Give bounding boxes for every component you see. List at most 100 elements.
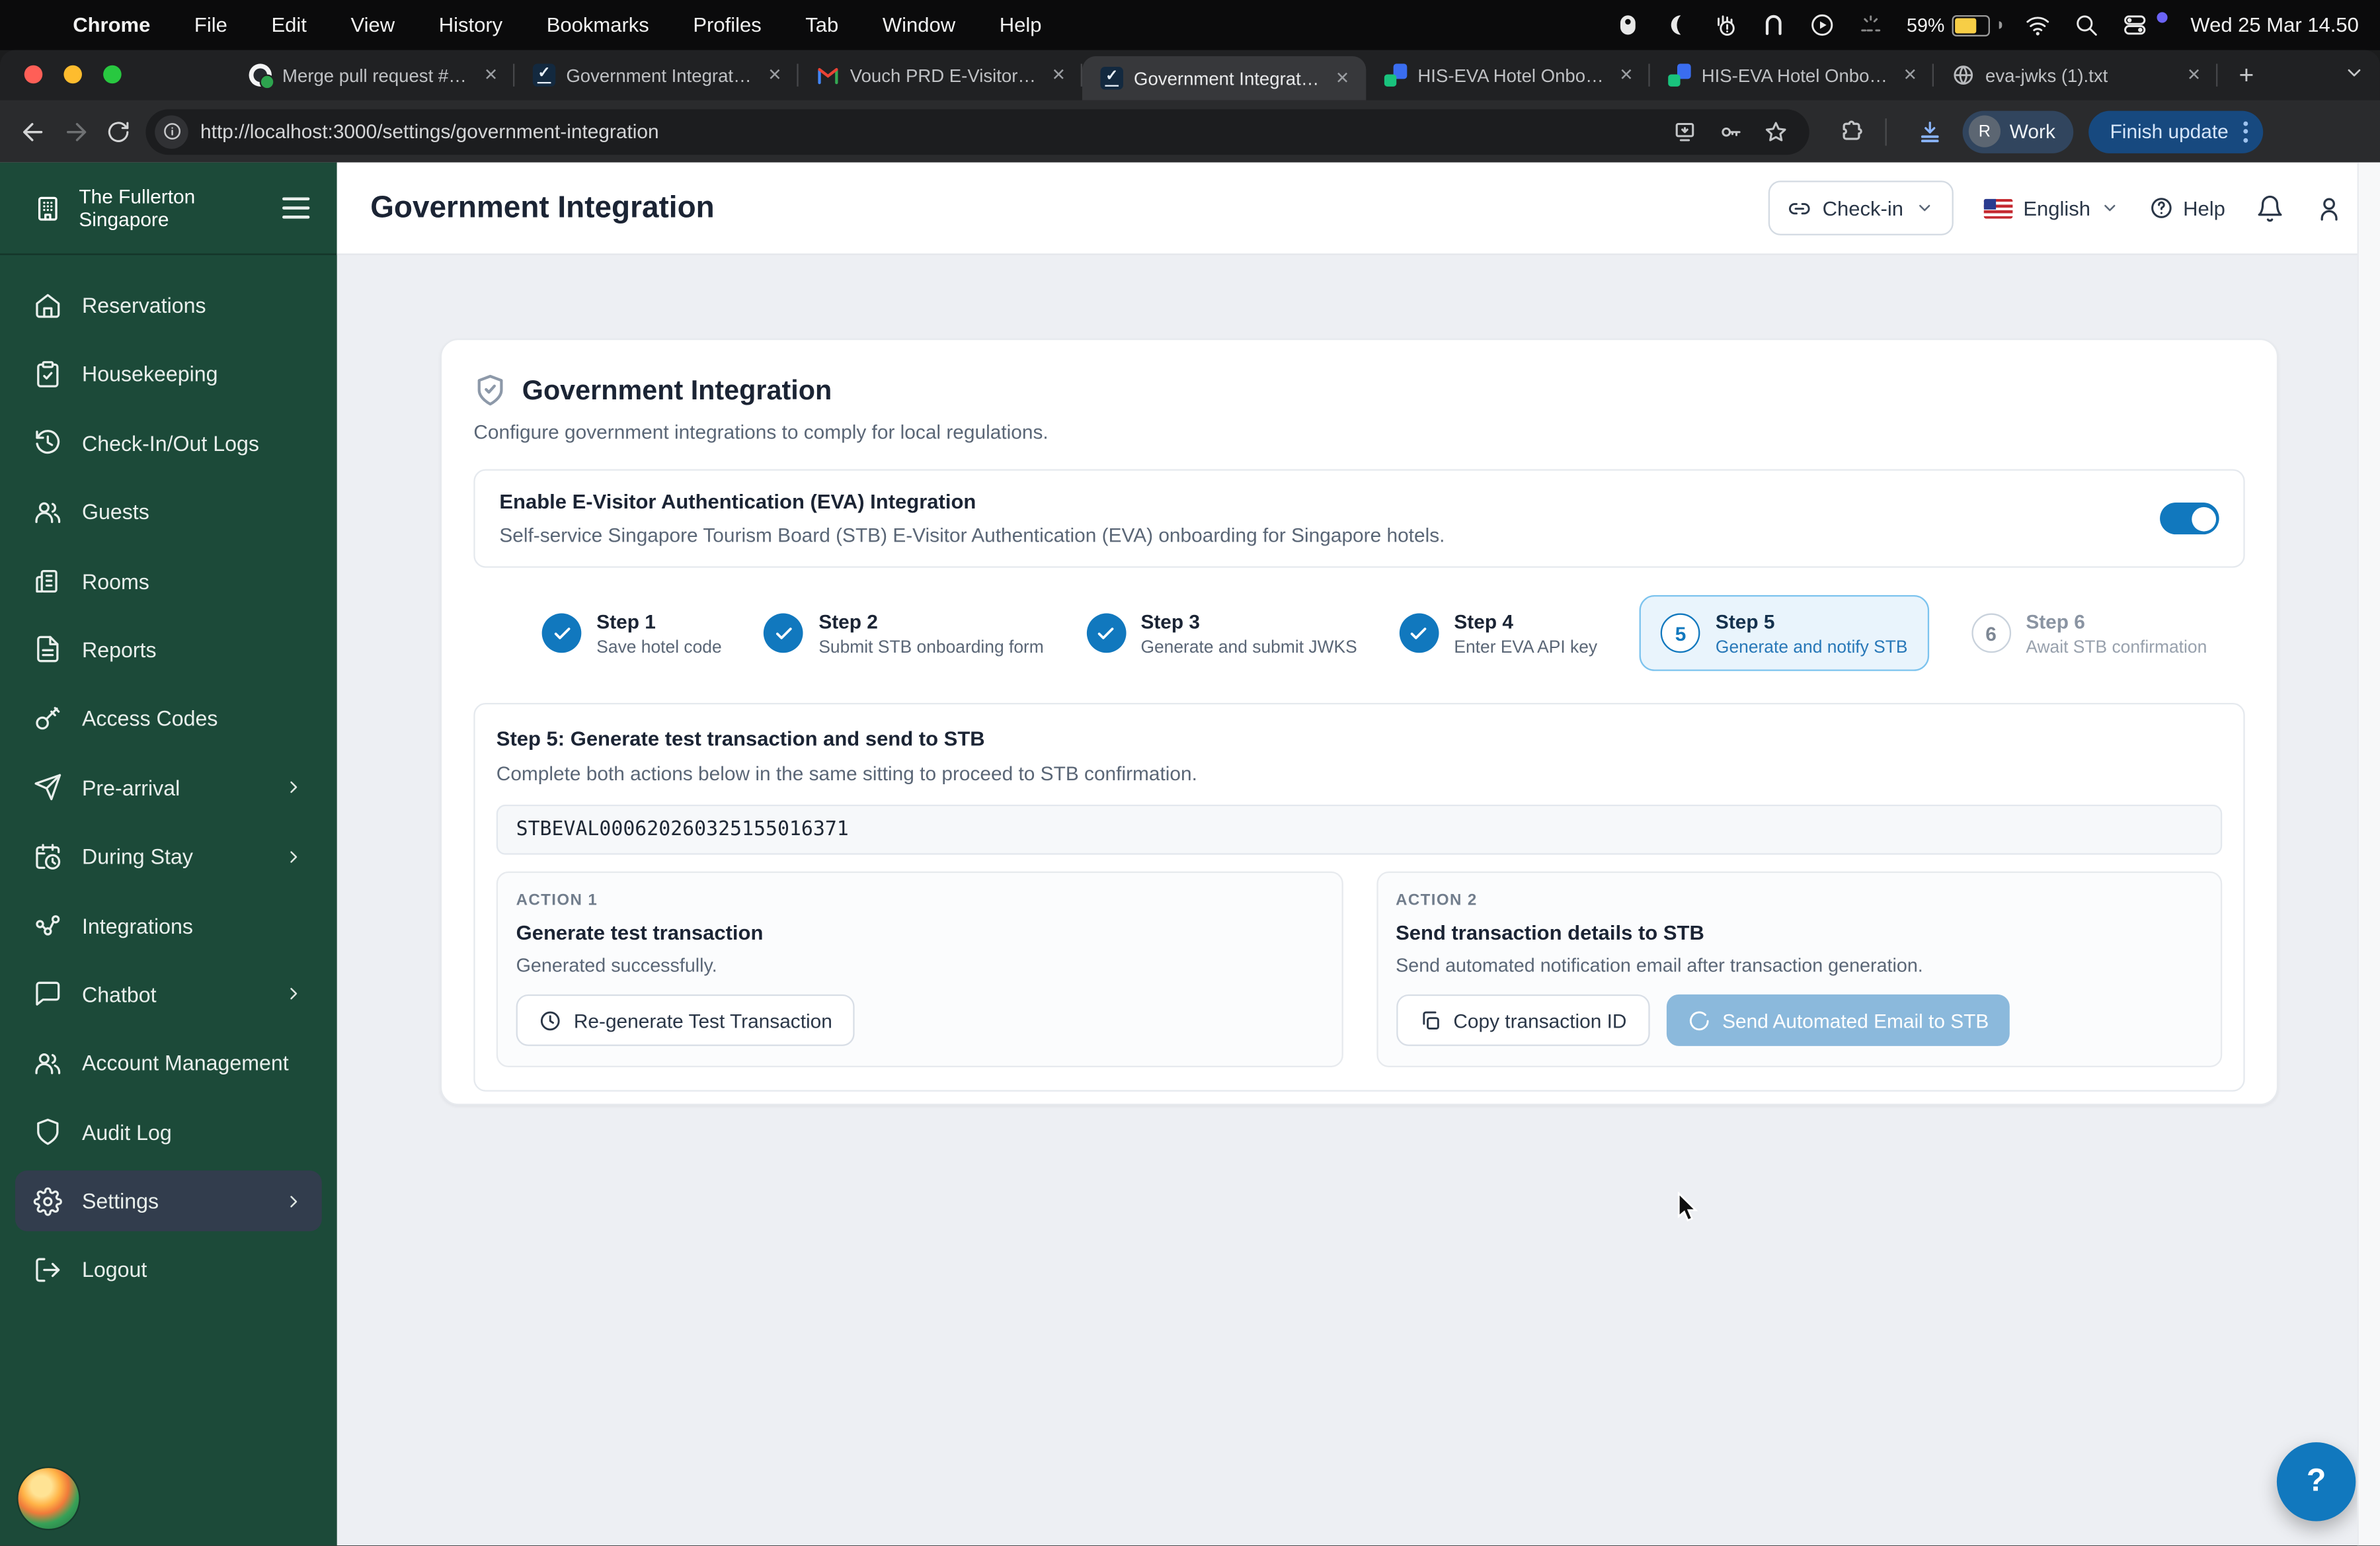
status-play-icon[interactable] [1809, 12, 1835, 38]
menu-tab[interactable]: Tab [805, 14, 838, 36]
step-4[interactable]: Step 4 Enter EVA API key [1399, 609, 1597, 657]
step-3[interactable]: Step 3 Generate and submit JWKS [1086, 609, 1357, 657]
step-label: Step 3 [1140, 610, 1201, 633]
status-arch-icon[interactable] [1761, 12, 1787, 38]
menu-edit[interactable]: Edit [271, 14, 306, 36]
check-circle-icon [541, 613, 582, 653]
sidebar-item-chatbot[interactable]: Chatbot [15, 964, 322, 1025]
battery-indicator[interactable]: 59% [1907, 14, 2003, 36]
help-button[interactable]: Help [2150, 196, 2225, 220]
transaction-id-field[interactable] [496, 804, 2223, 855]
reload-button[interactable] [97, 110, 139, 152]
menu-view[interactable]: View [350, 14, 395, 36]
fullscreen-window-button[interactable] [103, 65, 122, 84]
menu-bookmarks[interactable]: Bookmarks [547, 14, 649, 36]
keyboard-brightness-icon[interactable] [1858, 12, 1884, 38]
tab-close-icon[interactable]: ✕ [1331, 68, 1354, 89]
menu-profiles[interactable]: Profiles [693, 14, 761, 36]
chat-bubble-icon [34, 980, 63, 1009]
site-info-icon[interactable] [155, 114, 188, 148]
sidebar-item-account-management[interactable]: Account Management [15, 1033, 322, 1094]
clock-icon [540, 1010, 560, 1030]
menu-file[interactable]: File [194, 14, 227, 36]
language-selector[interactable]: English [1983, 196, 2120, 220]
regenerate-test-transaction-button[interactable]: Re-generate Test Transaction [516, 994, 855, 1046]
menu-history[interactable]: History [439, 14, 502, 36]
app-viewport: The Fullerton Singapore Reservations Hou… [0, 162, 2380, 1546]
tab-close-icon[interactable]: ✕ [1047, 65, 1070, 85]
password-key-icon[interactable] [1712, 113, 1749, 149]
step-number-circle: 5 [1661, 613, 1700, 653]
tab-his-eva-1[interactable]: HIS-EVA Hotel Onboarding ✕ [1366, 50, 1650, 101]
wifi-icon[interactable] [2025, 12, 2051, 38]
help-fab[interactable]: ? [2276, 1442, 2356, 1522]
step-5-active[interactable]: 5 Step 5 Generate and notify STB [1640, 594, 1929, 671]
sidebar-item-reservations[interactable]: Reservations [15, 275, 322, 336]
tab-close-icon[interactable]: ✕ [479, 65, 502, 85]
copy-transaction-id-button[interactable]: Copy transaction ID [1396, 994, 1649, 1046]
address-bar[interactable]: http://localhost:3000/settings/governmen… [145, 108, 1809, 155]
step-2[interactable]: Step 2 Submit STB onboarding form [764, 609, 1044, 657]
notifications-bell-icon[interactable] [2256, 194, 2285, 223]
sidebar-item-rooms[interactable]: Rooms [15, 550, 322, 611]
step-caption: Submit STB onboarding form [818, 639, 1044, 658]
user-avatar[interactable] [18, 1468, 79, 1529]
minimize-window-button[interactable] [63, 65, 82, 84]
checkin-dropdown[interactable]: Check-in [1767, 181, 1954, 235]
back-button[interactable] [12, 110, 54, 152]
sidebar-collapse-icon[interactable] [276, 191, 316, 225]
sidebar-item-audit-log[interactable]: Audit Log [15, 1102, 322, 1162]
bookmark-star-icon[interactable] [1758, 113, 1794, 149]
sidebar-item-logout[interactable]: Logout [15, 1240, 322, 1301]
tab-government-integration-1[interactable]: ✓ Government Integration - A ✕ [514, 50, 799, 101]
menu-window[interactable]: Window [883, 14, 955, 36]
sidebar-item-reports[interactable]: Reports [15, 620, 322, 680]
menu-help[interactable]: Help [1000, 14, 1042, 36]
install-app-icon[interactable] [1667, 113, 1703, 149]
sidebar-item-pre-arrival[interactable]: Pre-arrival [15, 757, 322, 818]
menubar-clock[interactable]: Wed 25 Mar 14.50 [2190, 14, 2358, 36]
sidebar-item-access-codes[interactable]: Access Codes [15, 688, 322, 749]
menu-chrome[interactable]: Chrome [73, 14, 150, 36]
profile-chip[interactable]: R Work [1962, 110, 2074, 153]
finish-update-button[interactable]: Finish update [2088, 110, 2264, 153]
tab-government-integration-active[interactable]: ✓ Government Integration - A ✕ [1082, 56, 1367, 101]
sidebar-item-checkinout-logs[interactable]: Check-In/Out Logs [15, 413, 322, 473]
sidebar-item-guests[interactable]: Guests [15, 481, 322, 542]
sidebar-item-during-stay[interactable]: During Stay [15, 826, 322, 887]
control-center-icon[interactable] [2122, 12, 2148, 38]
tab-his-eva-2[interactable]: HIS-EVA Hotel Onboarding ✕ [1650, 50, 1934, 101]
tab-search-chevron-icon[interactable] [2344, 62, 2365, 83]
status-app-icon[interactable] [1664, 12, 1690, 38]
downloads-icon[interactable] [1911, 113, 1948, 149]
tab-eva-jwks[interactable]: eva-jwks (1).txt ✕ [1934, 50, 2218, 101]
tab-close-icon[interactable]: ✕ [1614, 65, 1638, 85]
close-window-button[interactable] [24, 65, 43, 84]
tab-close-icon[interactable]: ✕ [2182, 65, 2205, 85]
forward-button[interactable] [55, 110, 97, 152]
tab-close-icon[interactable]: ✕ [763, 65, 786, 85]
status-pill-icon[interactable] [1615, 12, 1641, 38]
step-1[interactable]: Step 1 Save hotel code [541, 609, 722, 657]
sidebar-item-settings[interactable]: Settings [15, 1170, 322, 1232]
spotlight-icon[interactable] [2074, 12, 2100, 38]
sidebar-item-integrations[interactable]: Integrations [15, 895, 322, 956]
sidebar-item-housekeeping[interactable]: Housekeeping [15, 344, 322, 405]
account-icon[interactable] [2315, 194, 2344, 223]
help-label: Help [2183, 196, 2225, 220]
his-eva-favicon [1384, 63, 1408, 87]
eva-toggle-switch[interactable] [2160, 502, 2219, 535]
tab-gmail[interactable]: Vouch PRD E-Visitor Authen ✕ [799, 50, 1082, 101]
extensions-icon[interactable] [1833, 113, 1870, 149]
url-text[interactable]: http://localhost:3000/settings/governmen… [200, 120, 1657, 142]
step-6[interactable]: 6 Step 6 Await STB confirmation [1971, 609, 2207, 657]
new-tab-button[interactable]: + [2228, 58, 2264, 94]
status-hand-warning-icon[interactable] [1712, 12, 1738, 38]
tab-github-pr[interactable]: Merge pull request #2406 f ✕ [231, 50, 515, 101]
browser-menu-icon[interactable] [2243, 120, 2248, 142]
toggle-label: Enable E-Visitor Authentication (EVA) In… [499, 490, 976, 514]
tab-close-icon[interactable]: ✕ [1899, 65, 1922, 85]
scrollbar-track[interactable] [2357, 162, 2380, 1546]
chevron-right-icon [284, 1191, 303, 1211]
send-automated-email-button[interactable]: Send Automated Email to STB [1666, 994, 2010, 1046]
